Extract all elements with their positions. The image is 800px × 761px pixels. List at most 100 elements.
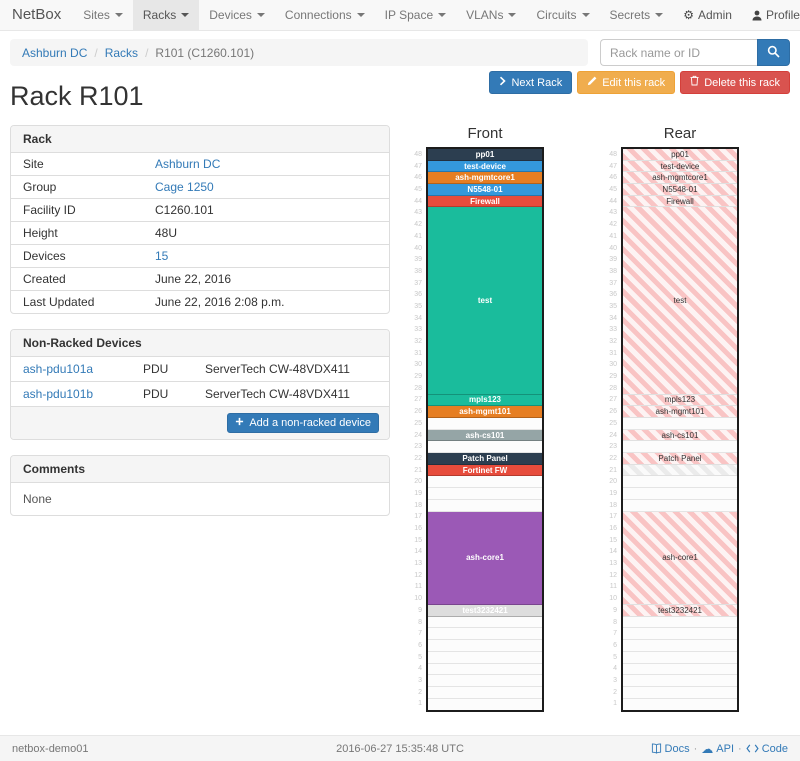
attr-value[interactable]: Ashburn DC (143, 153, 389, 176)
breadcrumb-item-racks[interactable]: Racks (105, 46, 138, 60)
rack-panel: Rack SiteAshburn DCGroupCage 1250Facilit… (10, 125, 390, 314)
attr-value[interactable]: Cage 1250 (143, 176, 389, 199)
device-model: ServerTech CW-48VDX411 (193, 357, 389, 382)
unit-number: 31 (601, 348, 621, 360)
unit-number: 38 (406, 266, 426, 278)
rack-unit-ash-mgmt101-rear[interactable]: ash-mgmt101 (623, 406, 737, 418)
rack-unit-pp01-rear[interactable]: pp01 (623, 149, 737, 161)
rack-unit-empty (623, 500, 737, 512)
rack-unit-ash-mgmtcore1[interactable]: ash-mgmtcore1 (428, 172, 542, 184)
rack-unit-ash-mgmt101[interactable]: ash-mgmt101 (428, 406, 542, 418)
rack-unit-mpls123[interactable]: mpls123 (428, 395, 542, 407)
rack-unit-empty (623, 628, 737, 640)
rack-unit-ash-mgmtcore1-rear[interactable]: ash-mgmtcore1 (623, 172, 737, 184)
unit-number: 23 (406, 441, 426, 453)
unit-number: 18 (601, 500, 621, 512)
nav-item-admin[interactable]: ⚙Admin (673, 0, 742, 30)
attr-value[interactable]: 15 (143, 245, 389, 268)
nav-item-racks[interactable]: Racks (133, 0, 199, 30)
unit-number: 36 (601, 289, 621, 301)
unit-number: 19 (406, 488, 426, 500)
rack-unit-test-device[interactable]: test-device (428, 161, 542, 173)
rack-unit-patch-panel[interactable]: Patch Panel (428, 453, 542, 465)
rack-elevations: Front 4847464544434241403938373635343332… (406, 125, 739, 712)
edit-rack-button[interactable]: Edit this rack (577, 71, 675, 94)
unit-number: 12 (601, 570, 621, 582)
rack-search-input[interactable] (600, 39, 757, 66)
nav-item-vlans[interactable]: VLANs (456, 0, 526, 30)
person-icon (752, 10, 762, 21)
unit-number: 48 (601, 149, 621, 161)
nav-item-devices[interactable]: Devices (199, 0, 275, 30)
rack-unit-pp01[interactable]: pp01 (428, 149, 542, 161)
attr-label: Devices (11, 245, 143, 268)
nav-item-ip-space[interactable]: IP Space (375, 0, 456, 30)
caret-down-icon (181, 13, 189, 17)
rack-unit-ash-core1-rear[interactable]: ash-core1 (623, 512, 737, 606)
nonracked-devices-panel: Non-Racked Devices ash-pdu101aPDUServerT… (10, 329, 390, 440)
breadcrumb-item-ashburn-dc[interactable]: Ashburn DC (22, 46, 87, 60)
nav-item-connections[interactable]: Connections (275, 0, 375, 30)
rack-unit-test3232421-rear[interactable]: test3232421 (623, 605, 737, 617)
rack-unit-empty (428, 617, 542, 629)
attr-label: Last Updated (11, 291, 143, 314)
unit-number: 15 (601, 535, 621, 547)
rack-unit-fortinet-fw-rear[interactable] (623, 465, 737, 477)
breadcrumb-row: Ashburn DC/Racks/R101 (C1260.101) (10, 39, 790, 66)
unit-number: 27 (601, 394, 621, 406)
rack-unit-ash-cs101[interactable]: ash-cs101 (428, 430, 542, 442)
navbar-brand[interactable]: NetBox (8, 0, 73, 30)
unit-number: 43 (406, 207, 426, 219)
unit-number: 33 (406, 324, 426, 336)
footer: netbox-demo01 2016-06-27 15:35:48 UTC Do… (0, 735, 800, 761)
unit-number: 22 (406, 453, 426, 465)
nonracked-device-row: ash-pdu101bPDUServerTech CW-48VDX411 (11, 382, 389, 407)
unit-number: 46 (406, 172, 426, 184)
nav-item-profile[interactable]: Profile (742, 0, 800, 30)
device-name-link[interactable]: ash-pdu101a (11, 357, 131, 382)
user-menu: ⚙AdminProfileLog out (673, 0, 800, 30)
attr-label: Group (11, 176, 143, 199)
unit-number: 47 (601, 161, 621, 173)
attr-value: 48U (143, 222, 389, 245)
nav-item-secrets[interactable]: Secrets (600, 0, 674, 30)
unit-number: 14 (601, 546, 621, 558)
unit-number: 21 (406, 465, 426, 477)
rack-unit-ash-core1[interactable]: ash-core1 (428, 512, 542, 606)
rack-unit-fortinet-fw[interactable]: Fortinet FW (428, 465, 542, 477)
unit-number: 38 (601, 266, 621, 278)
rack-unit-empty (623, 617, 737, 629)
rack-unit-n5548-01-rear[interactable]: N5548-01 (623, 184, 737, 196)
unit-number: 6 (601, 640, 621, 652)
cloud-icon: ☁ (701, 742, 713, 756)
rack-unit-ash-cs101-rear[interactable]: ash-cs101 (623, 430, 737, 442)
rack-unit-patch-panel-rear[interactable]: Patch Panel (623, 453, 737, 465)
rack-unit-test3232421[interactable]: test3232421 (428, 605, 542, 617)
unit-number: 45 (406, 184, 426, 196)
rear-rack-grid: pp01test-deviceash-mgmtcore1N5548-01Fire… (621, 147, 739, 712)
unit-number: 21 (601, 465, 621, 477)
delete-rack-button[interactable]: Delete this rack (680, 71, 790, 94)
unit-number: 28 (601, 383, 621, 395)
rack-unit-firewall-rear[interactable]: Firewall (623, 196, 737, 208)
rack-unit-mpls123-rear[interactable]: mpls123 (623, 395, 737, 407)
device-role: PDU (131, 357, 193, 382)
rack-unit-test-device-rear[interactable]: test-device (623, 161, 737, 173)
trash-icon (690, 75, 699, 90)
search-button[interactable] (757, 39, 790, 66)
unit-number: 11 (406, 581, 426, 593)
nav-item-circuits[interactable]: Circuits (526, 0, 599, 30)
unit-number: 31 (406, 348, 426, 360)
rack-unit-n5548-01[interactable]: N5548-01 (428, 184, 542, 196)
unit-number: 30 (406, 359, 426, 371)
device-name-link[interactable]: ash-pdu101b (11, 382, 131, 407)
footer-link-api[interactable]: ☁API (701, 742, 734, 756)
nav-item-sites[interactable]: Sites (73, 0, 133, 30)
rack-unit-test-rear[interactable]: test (623, 207, 737, 394)
next-rack-button[interactable]: Next Rack (489, 71, 572, 94)
rack-unit-firewall[interactable]: Firewall (428, 196, 542, 208)
unit-number: 46 (601, 172, 621, 184)
add-nonracked-device-button[interactable]: Add a non-racked device (227, 413, 379, 433)
rack-unit-test[interactable]: test (428, 207, 542, 394)
caret-down-icon (357, 13, 365, 17)
